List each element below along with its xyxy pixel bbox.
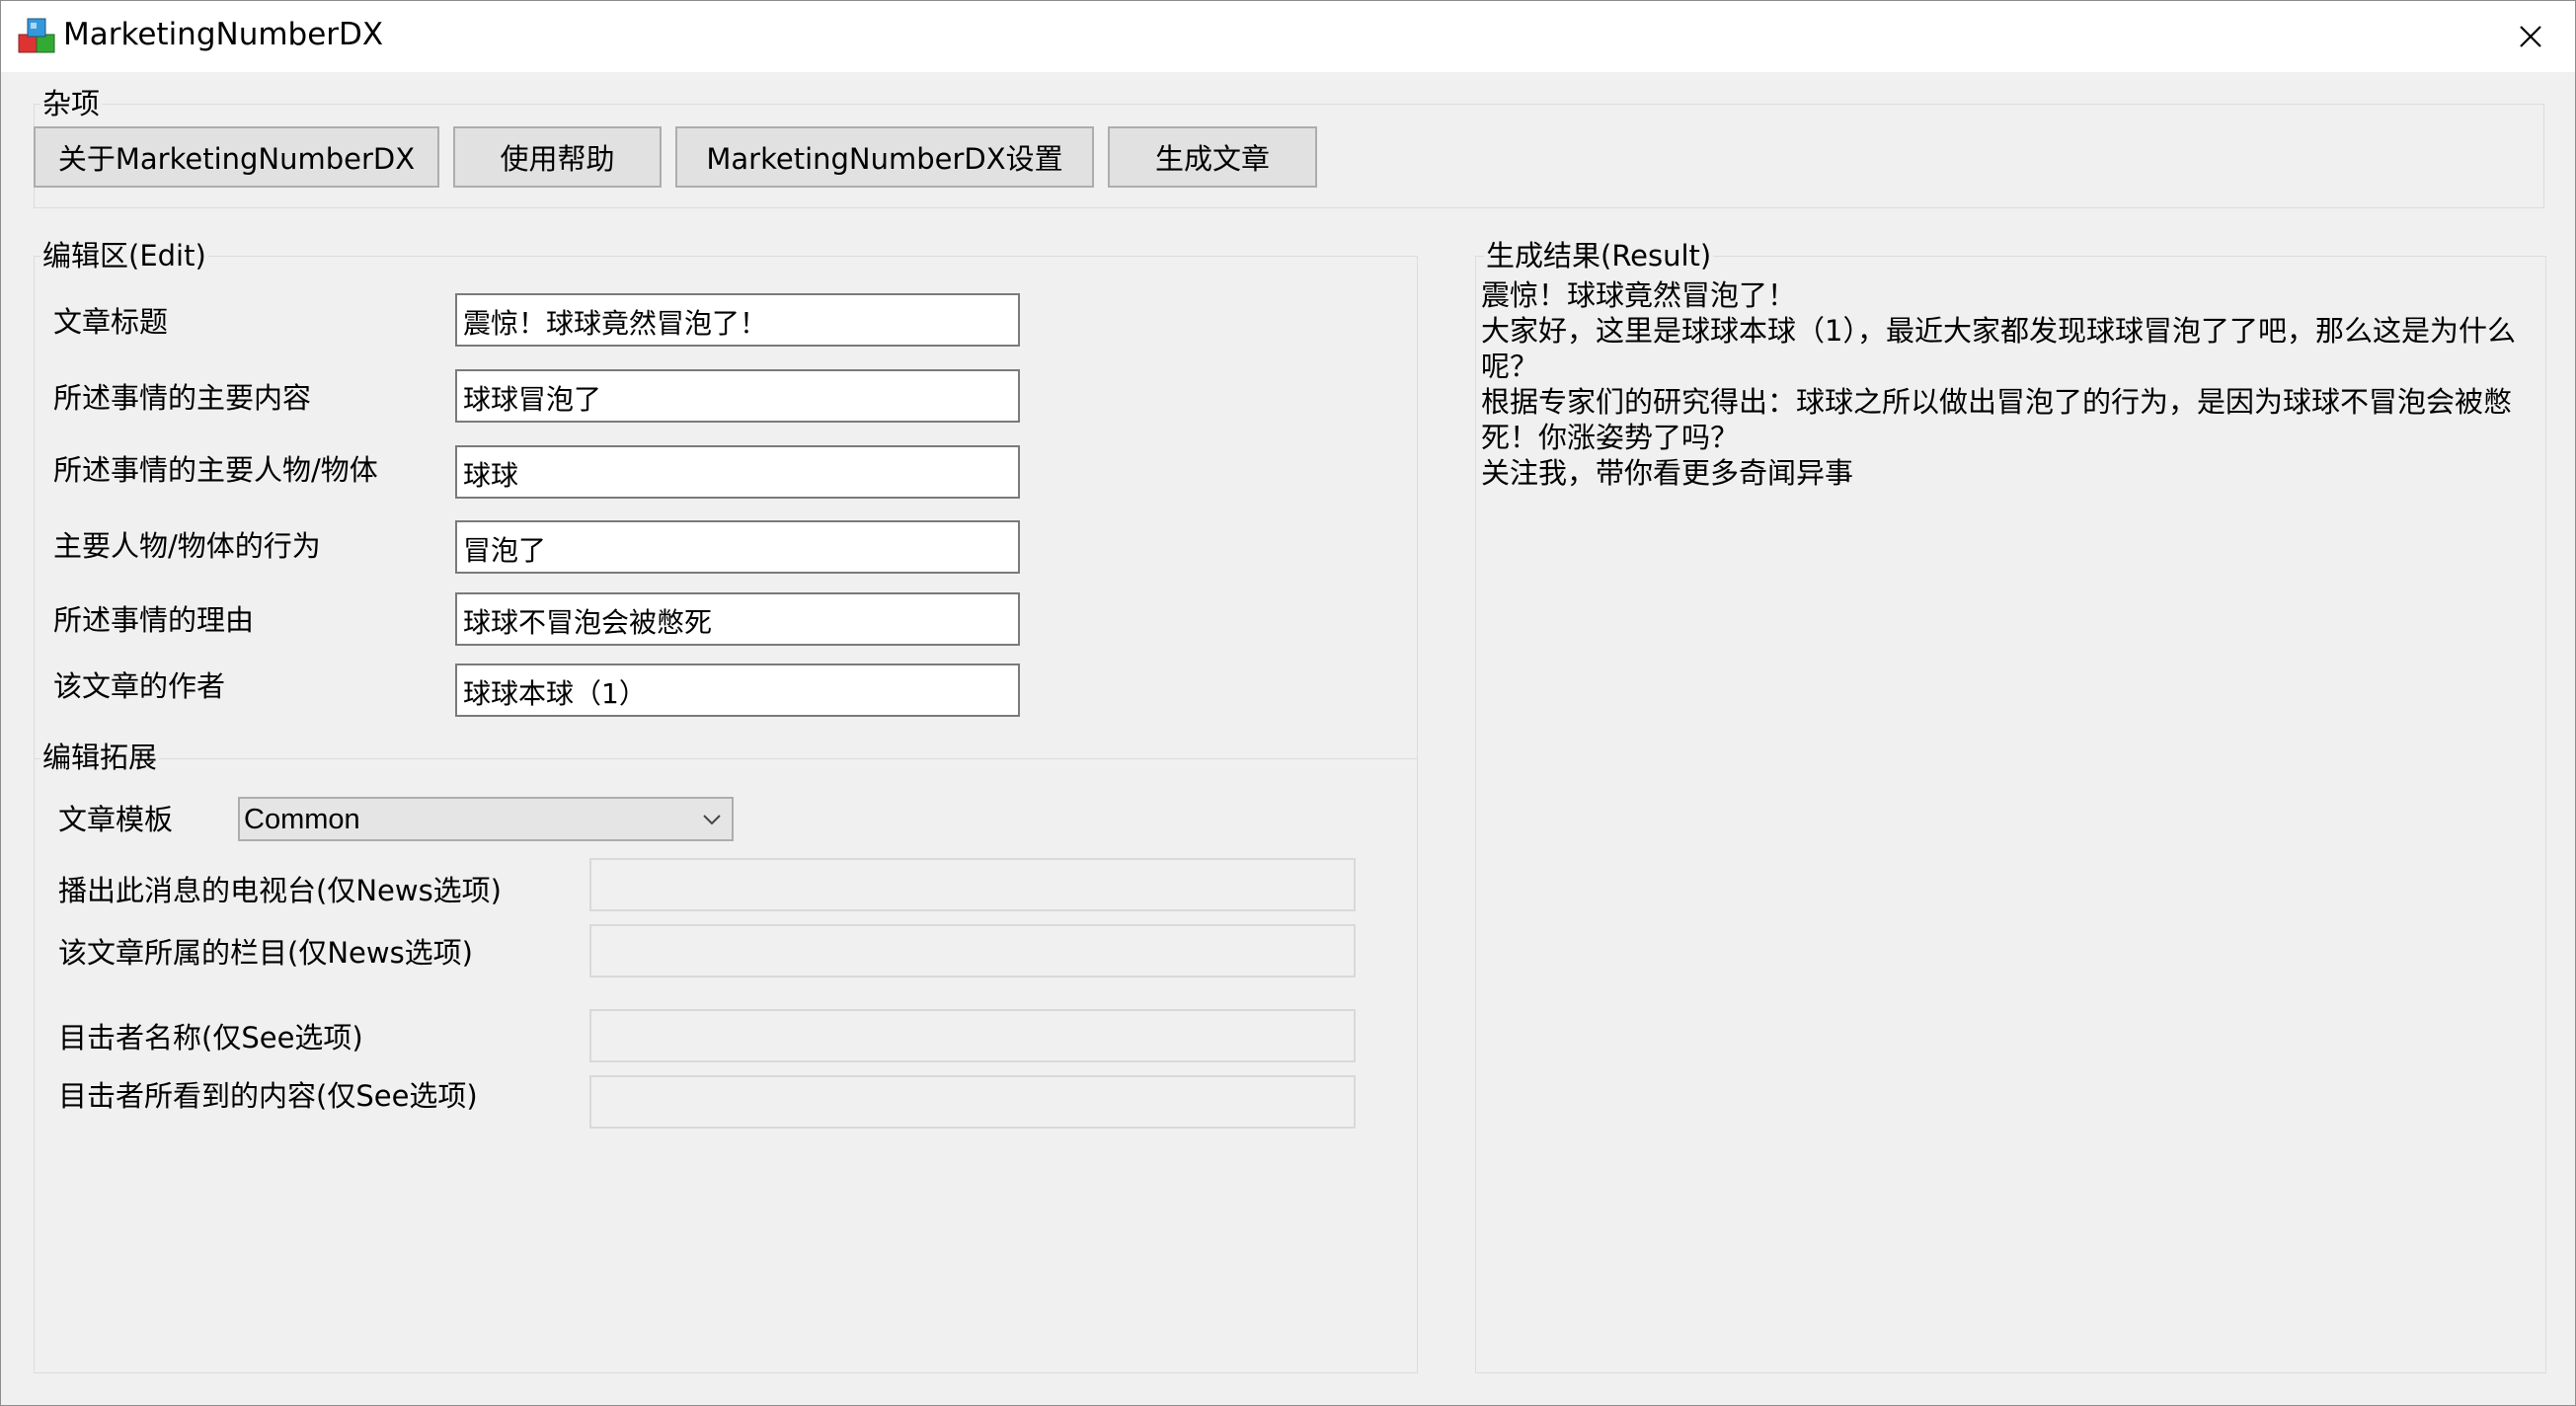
close-icon [2520, 26, 2541, 47]
title-bar[interactable]: MarketingNumberDX [1, 1, 2575, 72]
result-text-area[interactable]: 震惊！球球竟然冒泡了！ 大家好，这里是球球本球（1），最近大家都发现球球冒泡了了… [1477, 273, 2545, 1371]
result-line: 震惊！球球竟然冒泡了！ [1481, 278, 1797, 312]
extend-groupbox-divider [34, 758, 1418, 759]
author-label: 该文章的作者 [53, 669, 226, 703]
witness-name-input[interactable] [589, 1009, 1356, 1062]
app-cube-icon [18, 18, 55, 53]
witness-content-input[interactable] [589, 1075, 1356, 1129]
action-input[interactable] [455, 520, 1020, 574]
content-input[interactable] [455, 369, 1020, 423]
column-input[interactable] [589, 924, 1356, 977]
template-select[interactable]: Common [238, 797, 734, 841]
close-button[interactable] [2486, 1, 2575, 72]
reason-input[interactable] [455, 592, 1020, 646]
column-label: 该文章所属的栏目(仅News选项) [58, 936, 473, 970]
witness-name-label: 目击者名称(仅See选项) [58, 1021, 363, 1054]
result-line: 根据专家们的研究得出：球球之所以做出冒泡了的行为，是因为球球不冒泡会被憋死！你涨… [1481, 385, 2513, 454]
about-button[interactable]: 关于MarketingNumberDX [34, 126, 439, 188]
window-title: MarketingNumberDX [63, 17, 384, 52]
subject-label: 所述事情的主要人物/物体 [53, 453, 378, 487]
help-button[interactable]: 使用帮助 [453, 126, 662, 188]
app-window: MarketingNumberDX 杂项 关于MarketingNumberDX… [0, 0, 2576, 1406]
author-input[interactable] [455, 664, 1020, 717]
action-label: 主要人物/物体的行为 [53, 529, 321, 563]
subject-input[interactable] [455, 445, 1020, 499]
edit-group-label: 编辑区(Edit) [40, 238, 208, 273]
title-label: 文章标题 [53, 305, 169, 339]
generate-button[interactable]: 生成文章 [1108, 126, 1317, 188]
reason-label: 所述事情的理由 [53, 603, 255, 637]
chevron-down-icon [703, 815, 721, 825]
result-line: 关注我，带你看更多奇闻异事 [1481, 456, 1854, 490]
tv-station-input[interactable] [589, 858, 1356, 911]
settings-button[interactable]: MarketingNumberDX设置 [675, 126, 1094, 188]
tv-station-label: 播出此消息的电视台(仅News选项) [58, 874, 502, 907]
result-group-label: 生成结果(Result) [1484, 238, 1714, 273]
misc-group-label: 杂项 [40, 86, 103, 121]
content-label: 所述事情的主要内容 [53, 381, 312, 415]
result-line: 大家好，这里是球球本球（1），最近大家都发现球球冒泡了了吧，那么这是为什么呢？ [1481, 314, 2516, 383]
witness-content-label: 目击者所看到的内容(仅See选项) [58, 1079, 478, 1113]
template-selected-value: Common [244, 804, 360, 835]
extend-group-label: 编辑拓展 [40, 740, 160, 775]
title-input[interactable] [455, 293, 1020, 347]
template-label: 文章模板 [58, 803, 174, 836]
